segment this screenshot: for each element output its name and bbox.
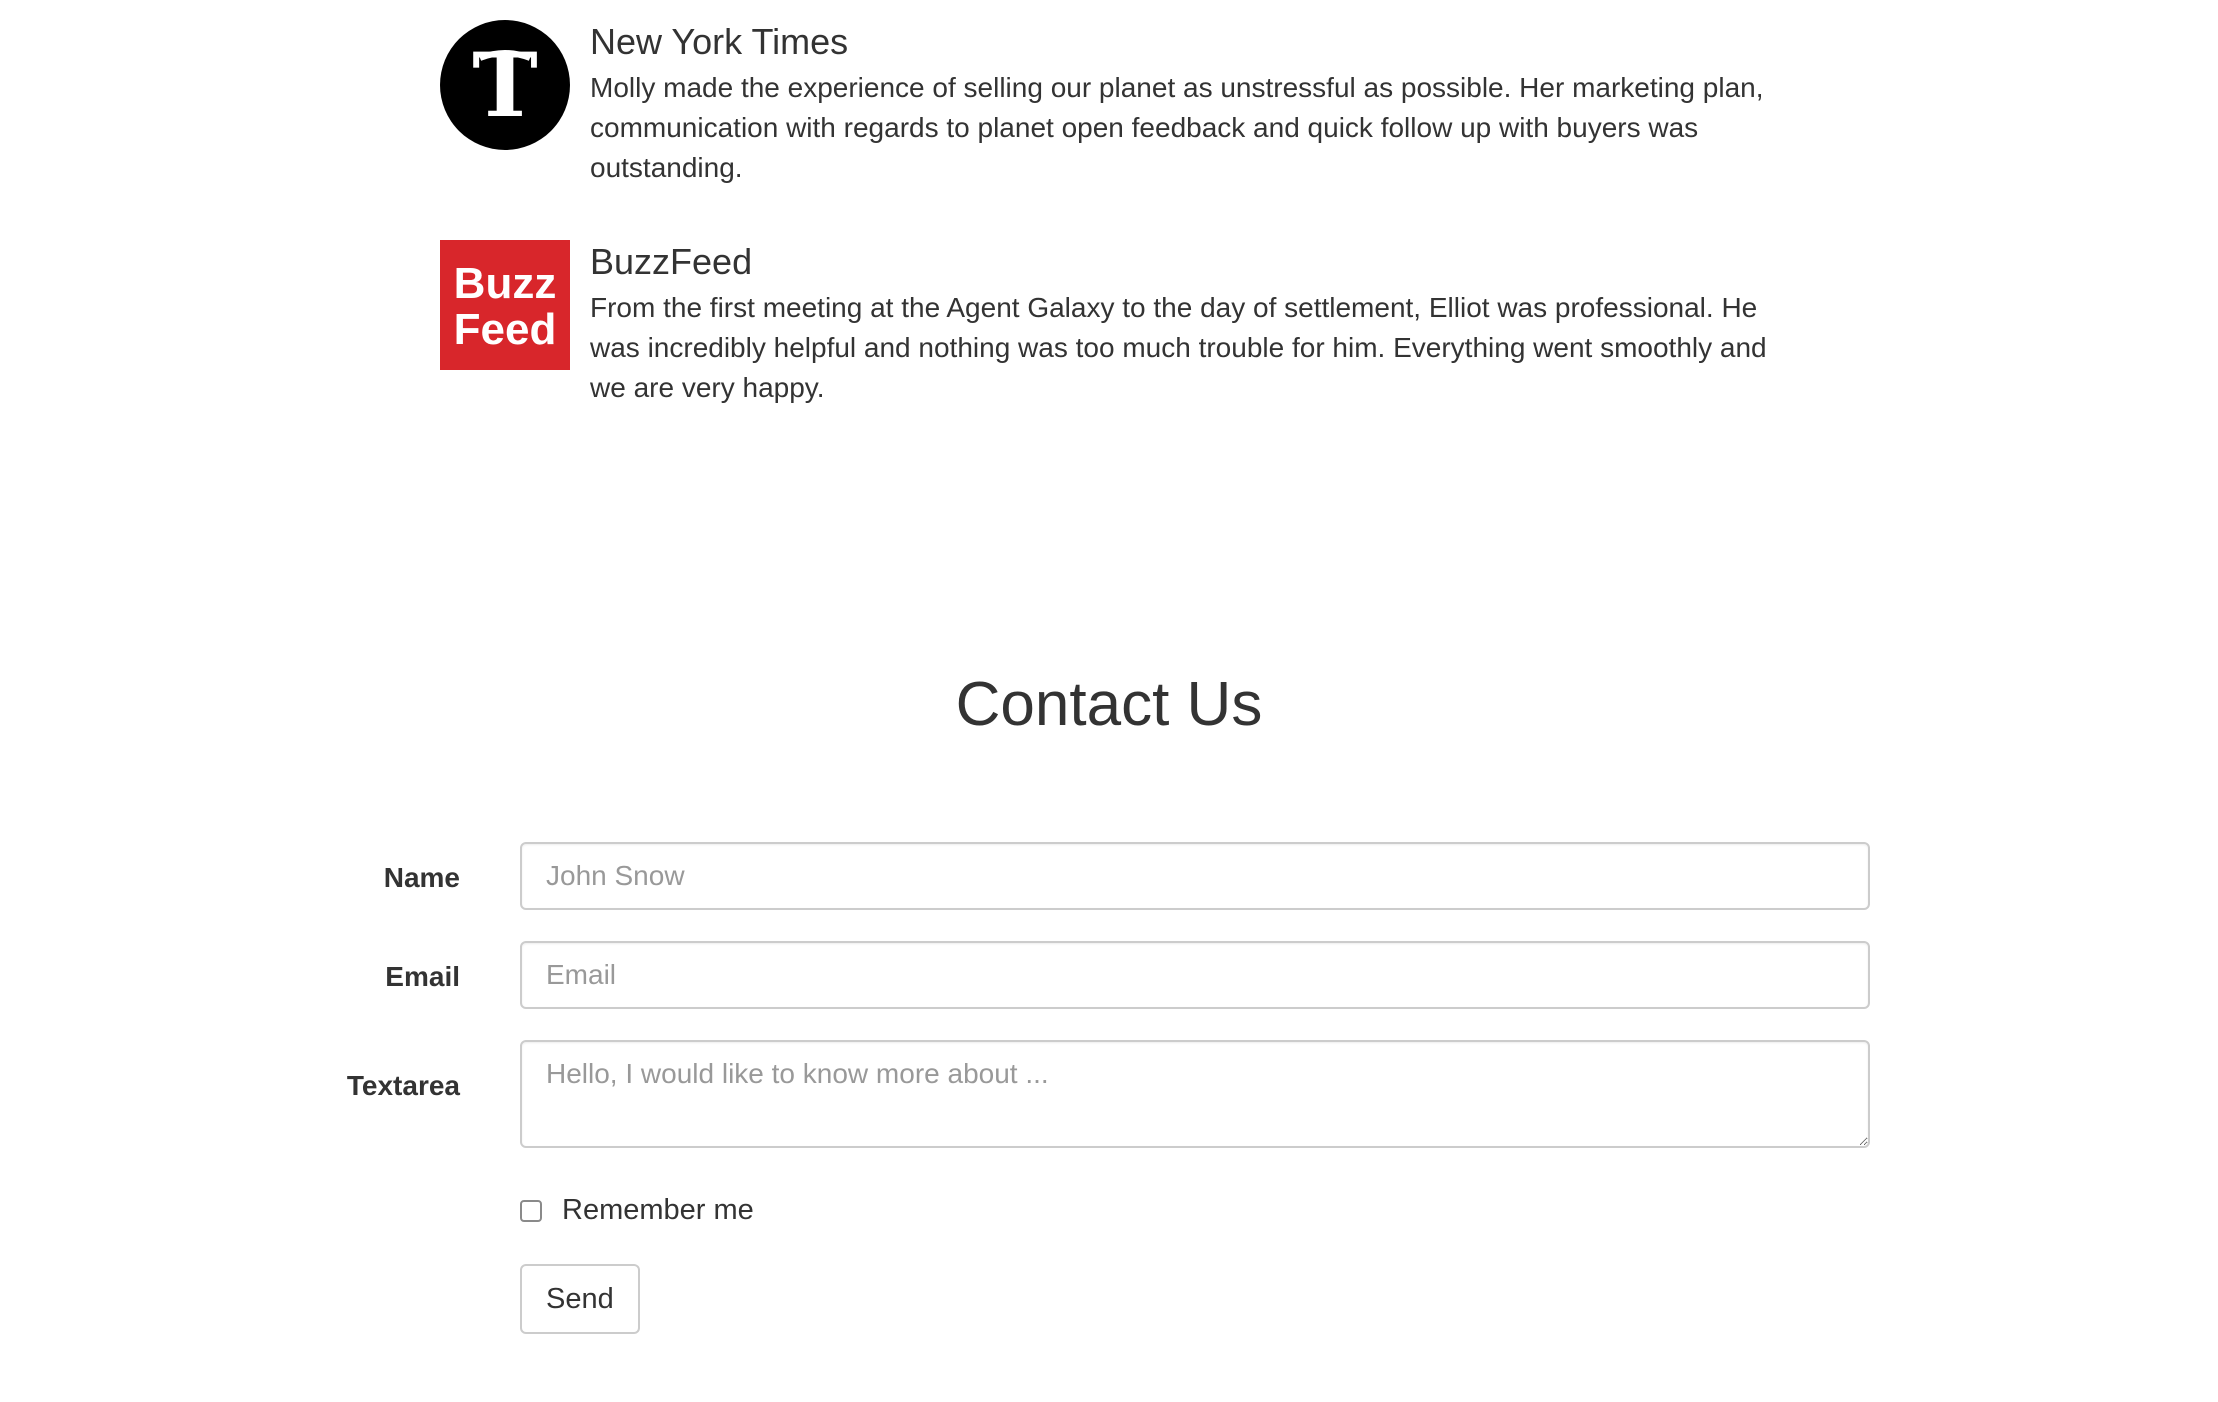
- remember-me-label[interactable]: Remember me: [562, 1194, 754, 1227]
- testimonial-buzzfeed: Buzz Feed BuzzFeed From the first meetin…: [440, 240, 1800, 408]
- testimonial-body: New York Times Molly made the experience…: [590, 20, 1800, 188]
- message-textarea[interactable]: [520, 1040, 1870, 1148]
- send-button[interactable]: Send: [520, 1264, 640, 1334]
- testimonial-nyt: T New York Times Molly made the experien…: [440, 20, 1800, 188]
- buzzfeed-logo-text-top: Buzz: [454, 259, 557, 308]
- testimonial-source: New York Times: [590, 21, 849, 62]
- testimonial-body: BuzzFeed From the first meeting at the A…: [590, 240, 1800, 408]
- remember-me-checkbox-row[interactable]: Remember me: [520, 1194, 754, 1227]
- name-label: Name: [383, 862, 460, 893]
- testimonial-quote: From the first meeting at the Agent Gala…: [590, 292, 1767, 403]
- contact-title: Contact Us: [955, 670, 1263, 739]
- remember-me-checkbox[interactable]: [520, 1199, 542, 1222]
- buzzfeed-logo-text-bottom: Feed: [454, 305, 557, 354]
- testimonial-quote: Molly made the experience of selling our…: [590, 72, 1764, 183]
- email-label: Email: [385, 961, 460, 992]
- name-input[interactable]: [520, 842, 1870, 910]
- textarea-label: Textarea: [346, 1070, 460, 1101]
- buzzfeed-logo: Buzz Feed: [440, 240, 570, 370]
- testimonial-source: BuzzFeed: [590, 241, 753, 282]
- svg-text:T: T: [472, 33, 537, 137]
- email-input[interactable]: [520, 941, 1870, 1009]
- new-york-times-logo: T: [440, 20, 570, 150]
- page: T New York Times Molly made the experien…: [0, 0, 2218, 1402]
